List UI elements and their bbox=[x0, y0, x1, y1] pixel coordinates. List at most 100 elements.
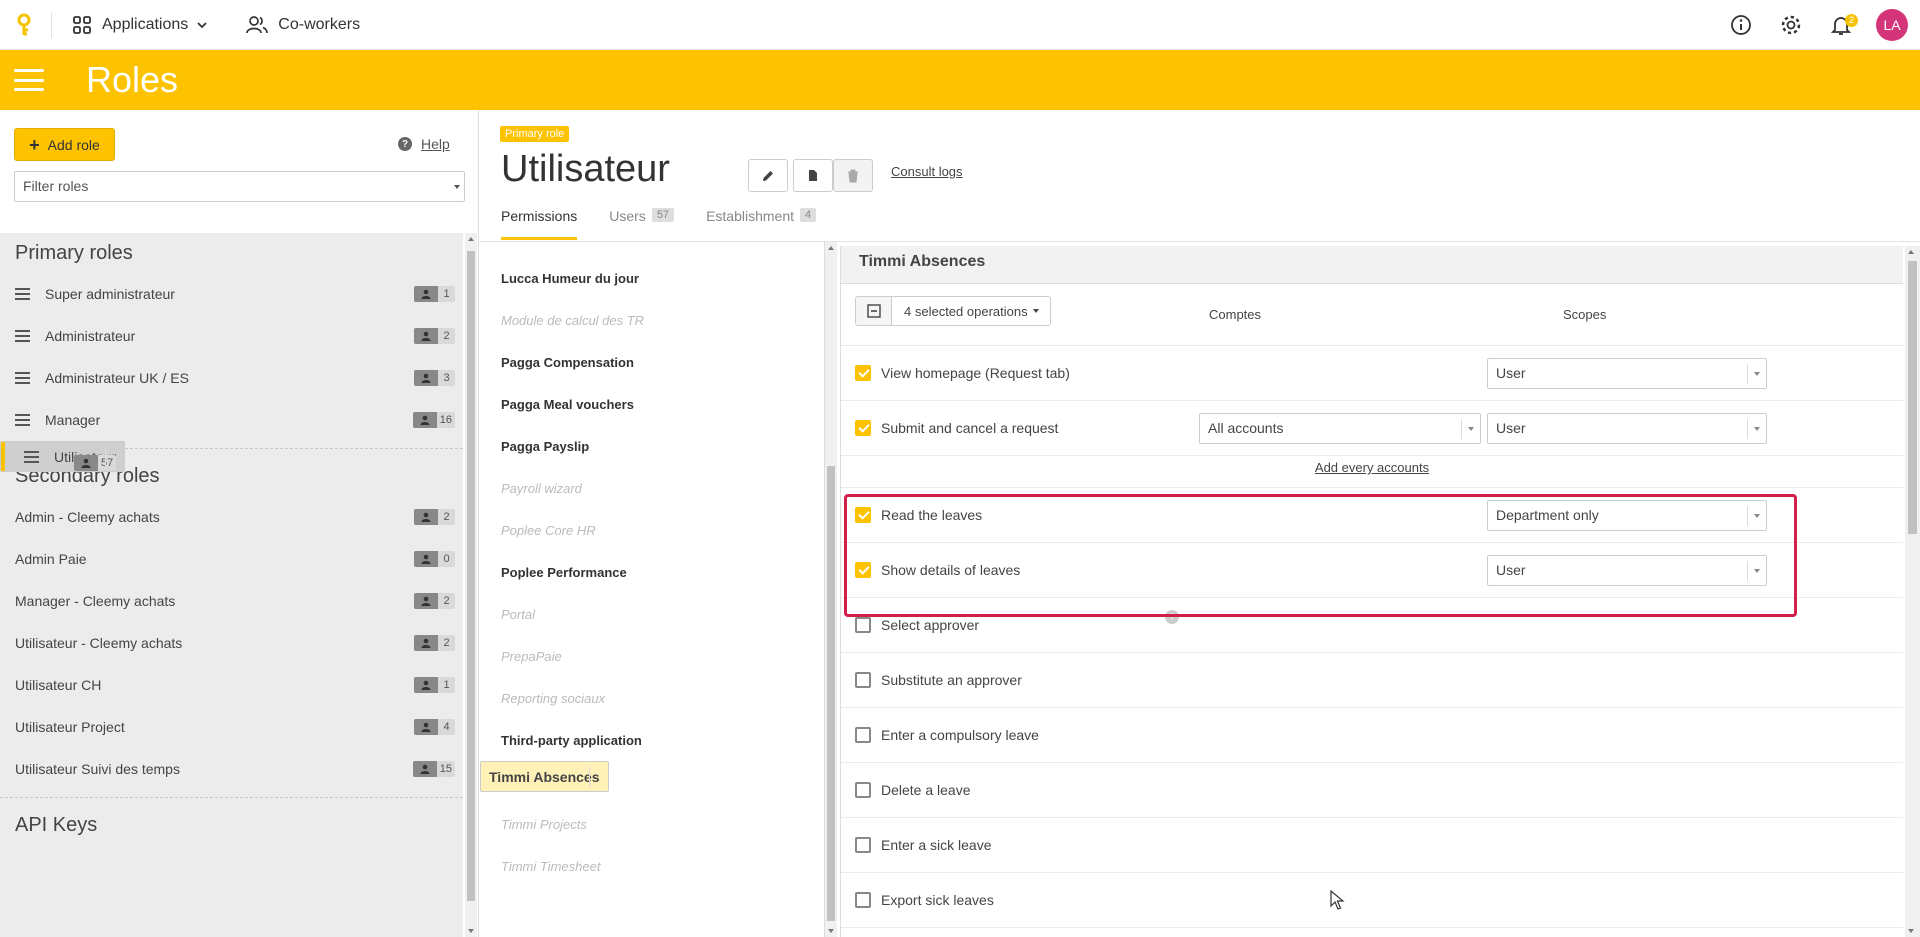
primary-role-item[interactable]: Super administrateur 1 bbox=[0, 273, 463, 315]
module-item[interactable]: Poplee Performance bbox=[480, 551, 824, 593]
page-banner: Roles bbox=[0, 50, 1920, 110]
add-every-accounts-link[interactable]: Add every accounts bbox=[841, 456, 1903, 488]
hamburger-menu-icon[interactable] bbox=[14, 69, 44, 91]
module-item[interactable]: Poplee Core HR bbox=[480, 509, 824, 551]
applications-menu[interactable]: Applications bbox=[72, 15, 210, 35]
operation-checkbox[interactable] bbox=[855, 562, 871, 578]
duplicate-role-button[interactable] bbox=[793, 159, 833, 192]
secondary-role-item[interactable]: Utilisateur Suivi des temps 15 bbox=[0, 748, 463, 790]
module-item[interactable]: Timmi Projects bbox=[480, 803, 824, 845]
operation-checkbox[interactable] bbox=[855, 420, 871, 436]
role-label: Manager bbox=[45, 412, 101, 428]
secondary-role-item[interactable]: Utilisateur Project 4 bbox=[0, 706, 463, 748]
operation-checkbox[interactable] bbox=[855, 727, 871, 743]
operation-checkbox[interactable] bbox=[855, 892, 871, 908]
tab-permissions[interactable]: Permissions bbox=[501, 208, 578, 240]
scroll-down-icon[interactable] bbox=[1908, 929, 1914, 933]
scrollbar-thumb[interactable] bbox=[827, 466, 835, 921]
top-bar: Applications Co-workers 2 LA bbox=[0, 0, 1920, 50]
scrollbar-thumb[interactable] bbox=[467, 251, 475, 901]
scroll-down-icon[interactable] bbox=[828, 929, 834, 933]
selected-operations-dropdown[interactable]: 4 selected operations bbox=[891, 296, 1051, 326]
primary-role-item[interactable]: Administrateur 2 bbox=[0, 315, 463, 357]
scroll-down-icon[interactable] bbox=[468, 929, 474, 933]
drag-handle-icon[interactable] bbox=[24, 450, 39, 463]
user-icon bbox=[414, 509, 438, 525]
module-item[interactable]: Payroll wizard bbox=[480, 467, 824, 509]
filter-roles-input[interactable]: Filter roles bbox=[14, 171, 465, 202]
secondary-role-item[interactable]: Manager - Cleemy achats 2 bbox=[0, 580, 463, 622]
drag-handle-icon[interactable] bbox=[15, 288, 30, 300]
consult-logs-link[interactable]: Consult logs bbox=[891, 164, 963, 179]
scrollbar-thumb[interactable] bbox=[1908, 261, 1917, 534]
scope-select[interactable]: Department only bbox=[1487, 499, 1767, 531]
primary-role-item[interactable]: Administrateur UK / ES 3 bbox=[0, 357, 463, 399]
add-role-button[interactable]: + Add role bbox=[14, 128, 115, 161]
module-item[interactable]: Third-party application bbox=[480, 719, 824, 761]
caret-down-icon bbox=[1754, 513, 1760, 518]
secondary-role-item[interactable]: Admin Paie 0 bbox=[0, 538, 463, 580]
scroll-up-icon[interactable] bbox=[468, 237, 474, 241]
accounts-select[interactable]: All accounts bbox=[1199, 412, 1481, 444]
module-item[interactable]: Timmi Timesheet bbox=[480, 845, 824, 887]
scroll-up-icon[interactable] bbox=[828, 246, 834, 250]
secondary-role-item[interactable]: Utilisateur CH 1 bbox=[0, 664, 463, 706]
scope-select[interactable]: User bbox=[1487, 357, 1767, 389]
lucca-logo-icon[interactable] bbox=[13, 13, 37, 37]
operation-row: Submit and cancel a request All accounts U… bbox=[841, 401, 1903, 456]
scope-select[interactable]: User bbox=[1487, 554, 1767, 586]
tab-users[interactable]: Users 57 bbox=[609, 208, 675, 240]
secondary-role-item[interactable]: Admin - Cleemy achats 2 bbox=[0, 496, 463, 538]
user-count: 15 bbox=[436, 761, 455, 777]
module-list: Lucca Faces Lucca Humeur du jour Module de… bbox=[480, 242, 825, 937]
scope-value: User bbox=[1496, 419, 1526, 436]
module-item[interactable]: Pagga Meal vouchers bbox=[480, 383, 824, 425]
edit-role-button[interactable] bbox=[748, 159, 788, 192]
user-icon bbox=[414, 677, 438, 693]
module-item[interactable]: Pagga Payslip bbox=[480, 425, 824, 467]
role-label: Administrateur UK / ES bbox=[45, 370, 189, 386]
operation-checkbox[interactable] bbox=[855, 507, 871, 523]
module-item[interactable]: Pagga Compensation bbox=[480, 341, 824, 383]
module-item[interactable]: Module de calcul des TR bbox=[480, 299, 824, 341]
drag-handle-icon[interactable] bbox=[15, 330, 30, 342]
operation-checkbox[interactable] bbox=[855, 365, 871, 381]
collapse-all-button[interactable] bbox=[855, 296, 891, 326]
drag-handle-icon[interactable] bbox=[15, 414, 30, 426]
operation-checkbox[interactable] bbox=[855, 782, 871, 798]
role-label: Admin - Cleemy achats bbox=[15, 509, 160, 525]
coworkers-link[interactable]: Co-workers bbox=[246, 15, 360, 35]
module-item[interactable]: Portal bbox=[480, 593, 824, 635]
module-item[interactable]: Timmi Absences bbox=[480, 761, 609, 792]
notifications-bell-icon[interactable]: 2 bbox=[1828, 12, 1858, 38]
help-link[interactable]: ? Help bbox=[398, 136, 450, 152]
drag-handle-icon[interactable] bbox=[15, 372, 30, 384]
primary-role-item[interactable]: Manager 16 bbox=[0, 399, 463, 441]
roles-scrollbar[interactable] bbox=[465, 233, 477, 937]
scroll-up-icon[interactable] bbox=[1908, 250, 1914, 254]
operation-checkbox[interactable] bbox=[855, 837, 871, 853]
module-item[interactable]: Reporting sociaux bbox=[480, 677, 824, 719]
module-item[interactable]: PrepaPaie bbox=[480, 635, 824, 677]
panel-scrollbar[interactable] bbox=[1905, 246, 1920, 937]
help-tooltip-icon[interactable]: ? bbox=[1165, 610, 1179, 624]
primary-role-item[interactable]: Utilisateur57 bbox=[0, 441, 126, 472]
plus-icon: + bbox=[29, 134, 40, 155]
operation-row: Enter a compulsory leave bbox=[841, 708, 1903, 763]
operation-checkbox[interactable] bbox=[855, 617, 871, 633]
column-header-accounts: Comptes bbox=[1209, 307, 1262, 322]
settings-gear-icon[interactable] bbox=[1778, 12, 1804, 38]
secondary-role-item[interactable]: Utilisateur - Cleemy achats 2 bbox=[0, 622, 463, 664]
module-item[interactable]: Lucca Humeur du jour bbox=[480, 257, 824, 299]
operation-checkbox[interactable] bbox=[855, 672, 871, 688]
scope-select[interactable]: User bbox=[1487, 412, 1767, 444]
section-divider bbox=[0, 797, 463, 798]
role-label: Manager - Cleemy achats bbox=[15, 593, 176, 609]
role-label: Utilisateur CH bbox=[15, 677, 102, 693]
tab-establishment[interactable]: Establishment 4 bbox=[706, 208, 817, 240]
info-icon[interactable] bbox=[1728, 12, 1754, 38]
delete-role-button[interactable] bbox=[833, 159, 873, 192]
modules-scrollbar[interactable] bbox=[825, 242, 837, 937]
module-item[interactable]: Lucca Faces bbox=[480, 242, 824, 257]
user-avatar[interactable]: LA bbox=[1876, 8, 1908, 41]
